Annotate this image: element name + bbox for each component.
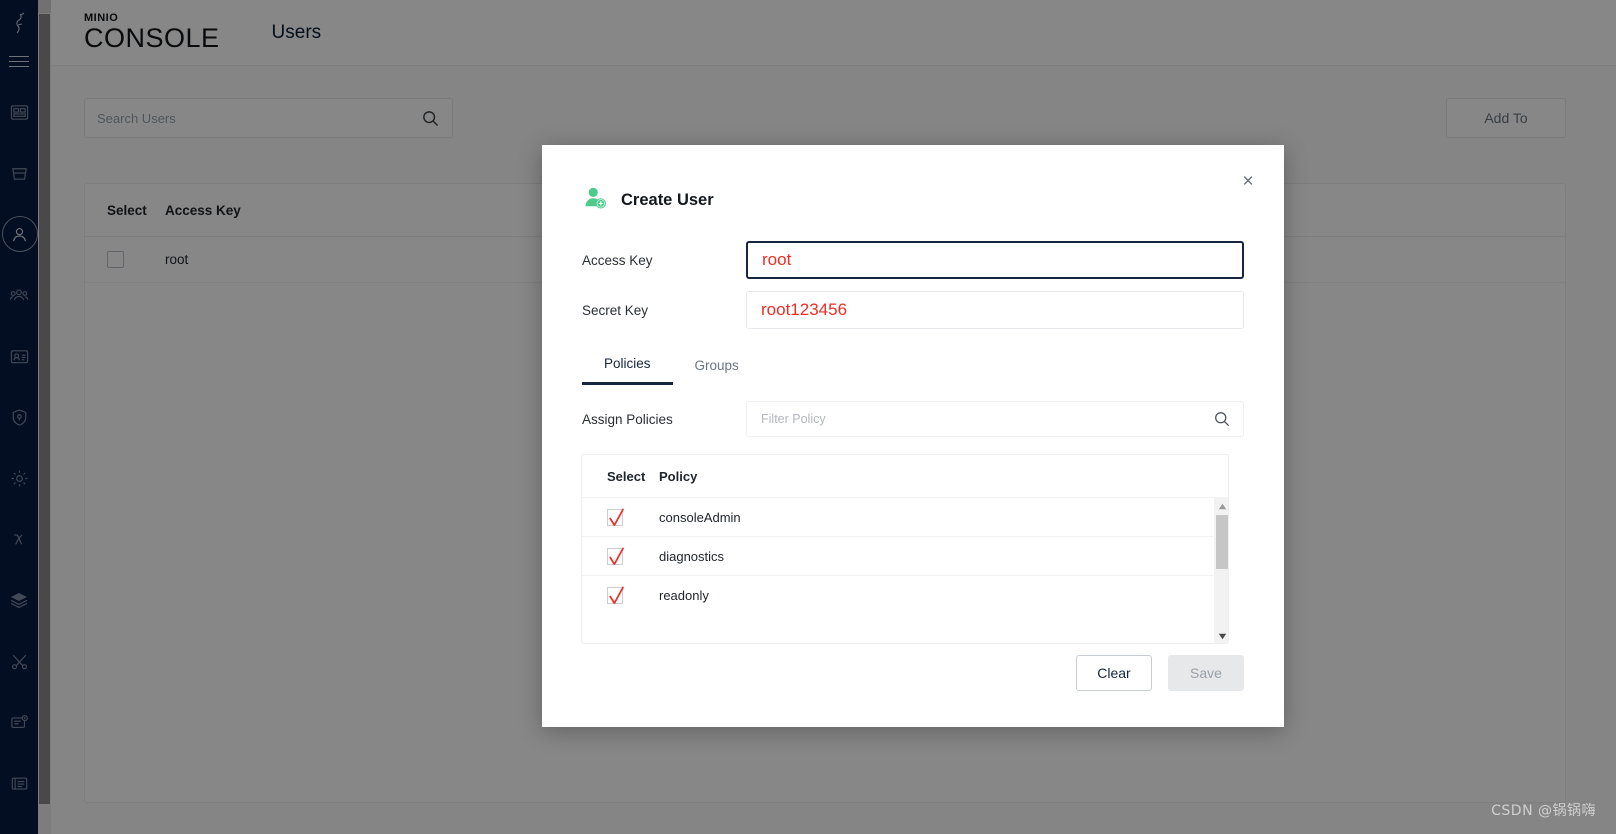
list-item[interactable]: consoleAdmin xyxy=(582,497,1228,536)
secret-key-input[interactable]: root123456 xyxy=(746,291,1244,329)
policy-column-policy: Policy xyxy=(659,468,698,484)
access-key-value: root xyxy=(762,250,792,269)
policy-rows: consoleAdmin diagnostics readonly xyxy=(582,497,1228,614)
access-key-label: Access Key xyxy=(582,252,653,268)
tab-policies-label: Policies xyxy=(604,356,651,371)
dialog-title: Create User xyxy=(621,191,714,209)
tab-groups[interactable]: Groups xyxy=(673,345,761,385)
list-item[interactable]: diagnostics xyxy=(582,536,1228,575)
policy-name: diagnostics xyxy=(659,548,725,564)
close-icon[interactable]: × xyxy=(1238,171,1258,191)
policy-select-cell[interactable] xyxy=(607,508,659,526)
policy-list-scrollbar[interactable] xyxy=(1214,497,1228,643)
check-mark-icon xyxy=(609,547,624,565)
policy-table-header: Select Policy xyxy=(582,455,1228,497)
save-button-label: Save xyxy=(1190,665,1222,681)
dialog-actions: Clear Save xyxy=(1076,655,1244,691)
policy-select-cell[interactable] xyxy=(607,586,659,604)
policy-checkbox-checked[interactable] xyxy=(607,586,624,604)
assign-policies-row: Assign Policies Filter Policy xyxy=(582,401,1244,437)
clear-button-label: Clear xyxy=(1097,665,1131,681)
dialog-tabs: Policies Groups xyxy=(582,345,1244,385)
dialog-header: Create User xyxy=(582,185,714,216)
tab-groups-label: Groups xyxy=(694,357,739,373)
filter-policy-input[interactable]: Filter Policy xyxy=(746,401,1244,437)
secret-key-field-row: Secret Key root123456 xyxy=(582,291,1244,329)
check-mark-icon xyxy=(609,586,624,604)
filter-policy-placeholder: Filter Policy xyxy=(761,412,826,426)
policy-column-select: Select xyxy=(607,468,646,484)
add-user-avatar-icon xyxy=(582,185,608,216)
check-mark-icon xyxy=(609,508,624,526)
access-key-input[interactable]: root xyxy=(746,241,1244,279)
policy-checkbox-checked[interactable] xyxy=(607,508,624,526)
policy-name: consoleAdmin xyxy=(659,509,741,525)
app-root: MINIO CONSOLE Users Search Users Add To xyxy=(0,0,1616,834)
save-button[interactable]: Save xyxy=(1168,655,1244,691)
list-item[interactable]: readonly xyxy=(582,575,1228,614)
policy-checkbox-checked[interactable] xyxy=(607,547,624,565)
secret-key-label: Secret Key xyxy=(582,302,649,318)
policy-table: Select Policy consoleAdmin diagnostics r… xyxy=(581,454,1229,644)
policy-name: readonly xyxy=(659,587,709,603)
search-icon[interactable] xyxy=(1213,410,1231,433)
clear-button[interactable]: Clear xyxy=(1076,655,1152,691)
create-user-dialog: × Create User Access Key root Secret Key… xyxy=(542,145,1284,727)
scroll-up-arrow-icon[interactable] xyxy=(1215,499,1228,513)
tab-policies[interactable]: Policies xyxy=(582,345,673,385)
policy-scroll-thumb[interactable] xyxy=(1216,515,1228,569)
secret-key-value: root123456 xyxy=(761,300,848,319)
assign-policies-label: Assign Policies xyxy=(582,411,673,427)
scroll-down-arrow-icon[interactable] xyxy=(1215,629,1228,643)
policy-select-cell[interactable] xyxy=(607,547,659,565)
close-icon-glyph: × xyxy=(1242,170,1254,192)
access-key-field-row: Access Key root xyxy=(582,241,1244,279)
watermark: CSDN @锅锅嗨 xyxy=(1491,803,1596,819)
